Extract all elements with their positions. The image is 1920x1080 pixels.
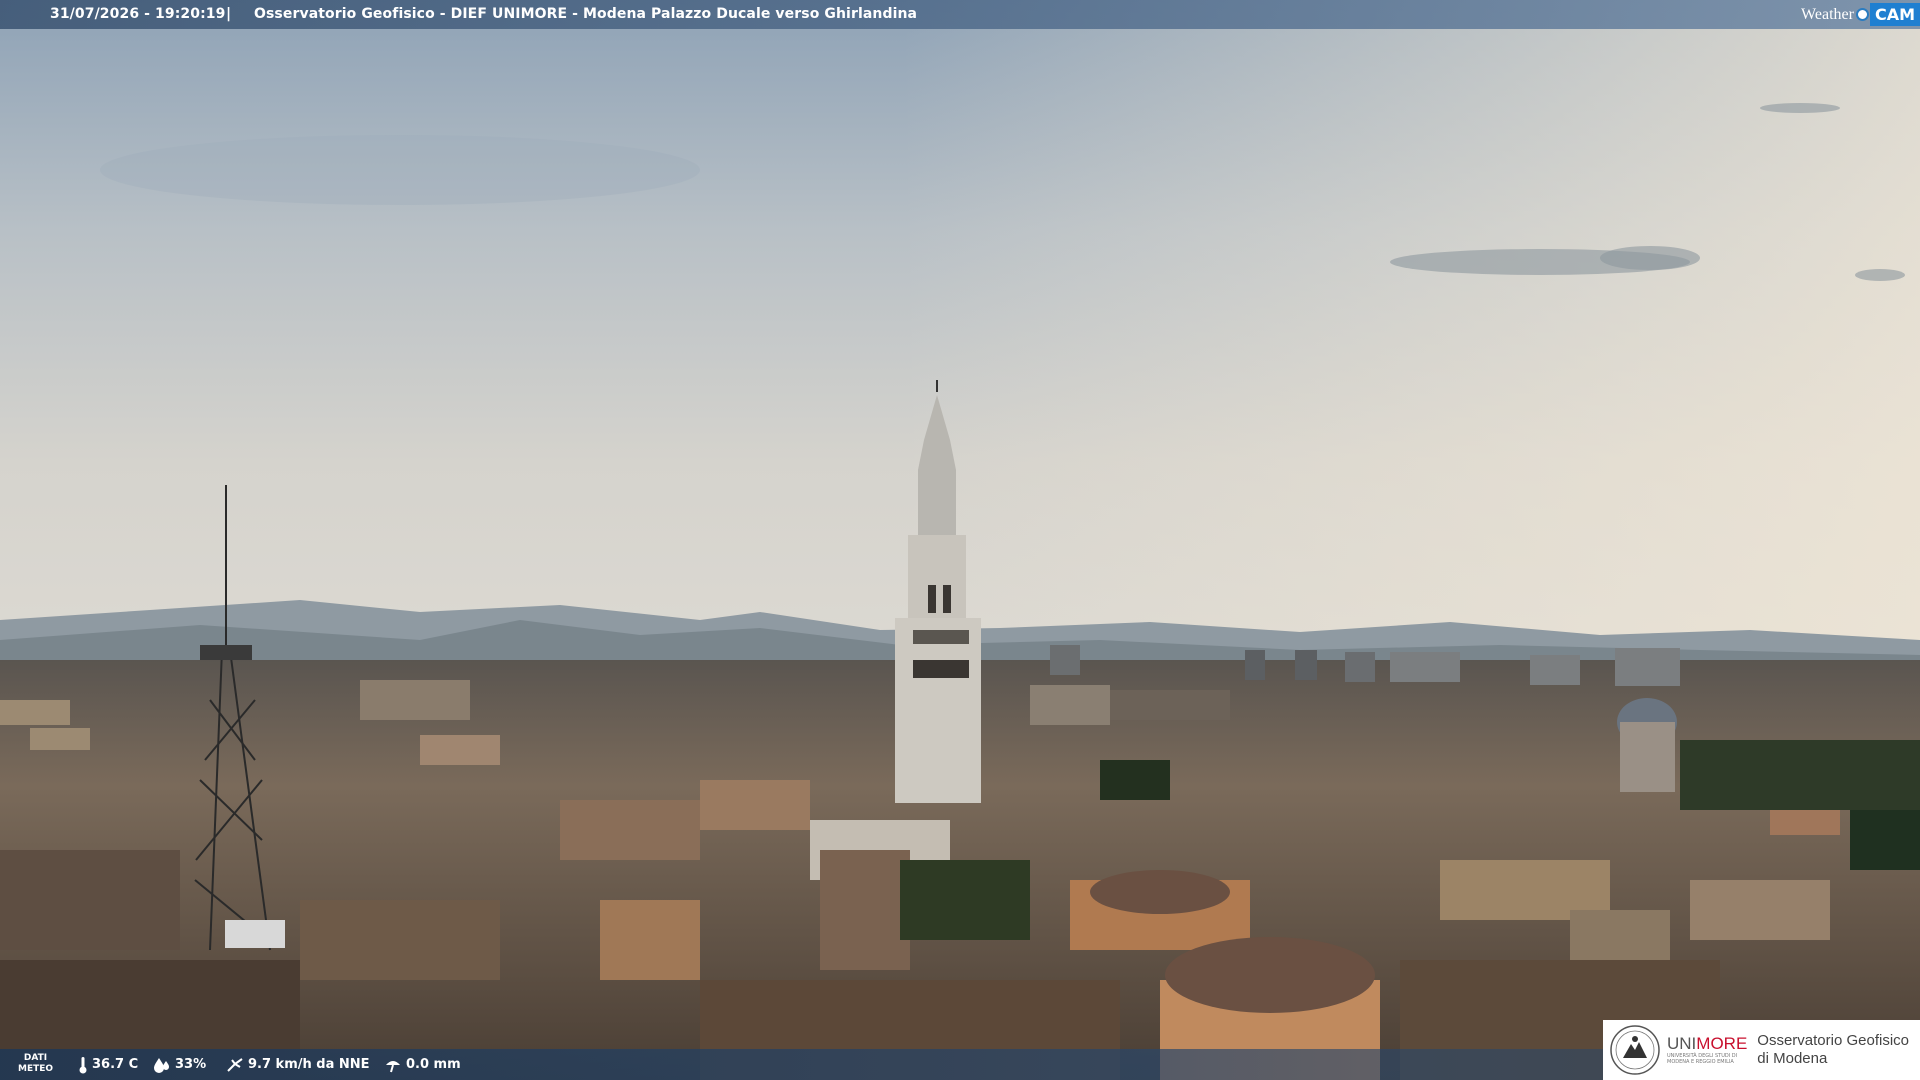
rain-value: 0.0 mm	[406, 1057, 461, 1072]
unimore-subtitle: UNIVERSITÀ DEGLI STUDI DI MODENA E REGGI…	[1667, 1053, 1738, 1065]
unimore-prefix: UNI	[1667, 1034, 1697, 1053]
thermometer-icon	[79, 1056, 87, 1073]
camera-lens-icon	[1855, 8, 1869, 21]
separator: |	[226, 6, 232, 22]
humidity-value: 33%	[175, 1057, 207, 1072]
temperature-value: 36.7 C	[92, 1057, 139, 1072]
observatory-line2: di Modena	[1757, 1050, 1828, 1067]
webcam-image	[0, 0, 1920, 1080]
label-line1: DATI	[23, 1053, 48, 1063]
humidity-drop-icon	[154, 1057, 169, 1073]
wind-icon	[227, 1057, 243, 1072]
unimore-wordmark: UNIMORE UNIVERSITÀ DEGLI STUDI DI MODENA…	[1667, 1034, 1748, 1066]
brand-weather-text: Weather	[1801, 5, 1854, 23]
wind-reading: 9.7 km/h da NNE	[226, 1049, 370, 1080]
temperature-reading: 36.7 C	[78, 1049, 138, 1080]
top-info-bar: 31/07/2026 - 19:20:19 | Osservatorio Geo…	[0, 0, 1920, 29]
unimore-suffix: MORE	[1696, 1034, 1748, 1053]
weather-data-label: DATI METEO	[18, 1053, 53, 1075]
humidity-reading: 33%	[153, 1049, 206, 1080]
observatory-logo: UNIMORE UNIVERSITÀ DEGLI STUDI DI MODENA…	[1603, 1020, 1920, 1080]
rain-reading: 0.0 mm	[384, 1049, 461, 1080]
timestamp: 31/07/2026 - 19:20:19	[50, 6, 226, 22]
camera-title: Osservatorio Geofisico - DIEF UNIMORE - …	[254, 6, 918, 22]
rain-gauge-icon	[386, 1060, 400, 1072]
observatory-name: Osservatorio Geofisico di Modena	[1757, 1032, 1909, 1068]
observatory-line1: Osservatorio Geofisico	[1757, 1032, 1910, 1049]
weathercam-logo: Weather CAM	[1801, 0, 1920, 29]
university-seal-icon	[1609, 1024, 1661, 1076]
brand-cam-text: CAM	[1869, 3, 1920, 26]
wind-value: 9.7 km/h da NNE	[248, 1057, 370, 1072]
label-line2: METEO	[18, 1064, 54, 1074]
